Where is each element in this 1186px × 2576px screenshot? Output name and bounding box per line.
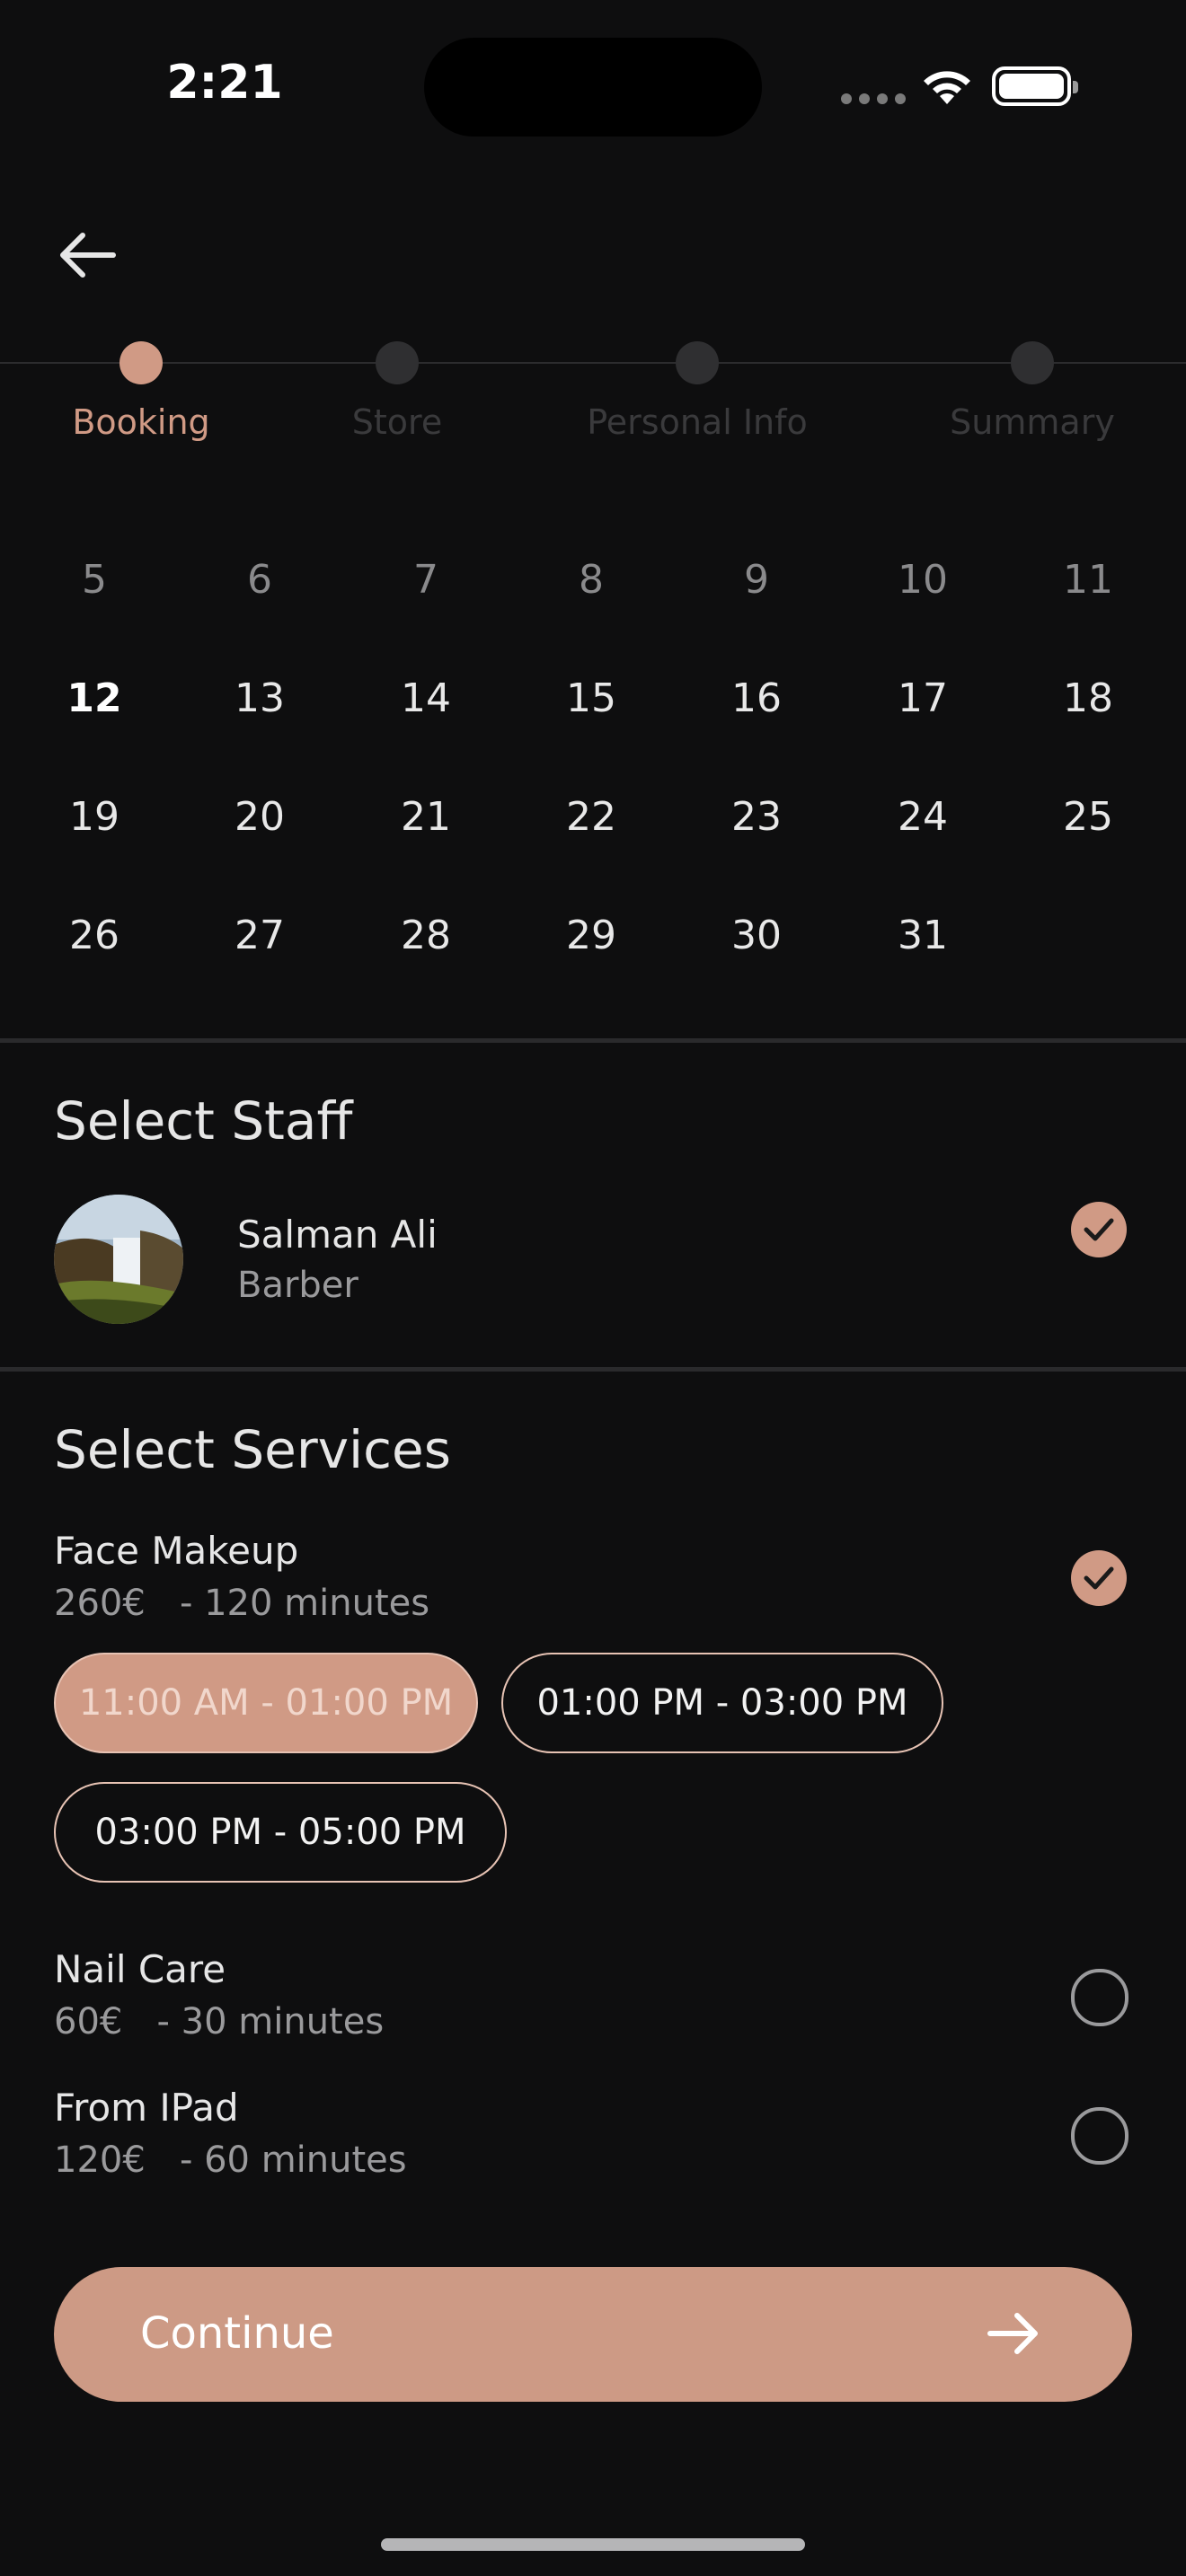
time-slot-pill[interactable]: 03:00 PM - 05:00 PM (54, 1782, 507, 1883)
step-dot (676, 341, 719, 384)
service-price: 260€ (54, 1583, 146, 1624)
status-time: 2:21 (166, 56, 283, 110)
step-booking[interactable]: Booking (6, 341, 276, 442)
staff-photo (54, 1195, 183, 1324)
staff-section-title: Select Staff (54, 1090, 353, 1151)
step-dot (119, 341, 163, 384)
step-dot (1011, 341, 1054, 384)
service-meta: 60€ - 30 minutes (54, 2001, 384, 2042)
calendar-day[interactable]: 16 (685, 675, 828, 721)
avatar[interactable] (54, 1195, 183, 1324)
staff-selected-check[interactable] (1071, 1202, 1127, 1257)
calendar-day[interactable]: 14 (354, 675, 498, 721)
calendar-day[interactable]: 13 (188, 675, 332, 721)
home-indicator (381, 2538, 805, 2551)
calendar-day[interactable]: 24 (851, 794, 995, 840)
service-price: 120€ (54, 2139, 146, 2181)
calendar-day[interactable]: 28 (354, 913, 498, 958)
time-slot-pill[interactable]: 11:00 AM - 01:00 PM (54, 1653, 478, 1753)
calendar-day[interactable]: 26 (22, 913, 166, 958)
wifi-icon (924, 71, 970, 104)
calendar-day[interactable]: 21 (354, 794, 498, 840)
service-price: 60€ (54, 2001, 123, 2042)
calendar-day[interactable]: 10 (851, 557, 995, 603)
step-label: Booking (72, 402, 210, 442)
calendar-day[interactable]: 17 (851, 675, 995, 721)
step-label: Store (351, 402, 443, 442)
calendar-day-today[interactable]: 12 (22, 675, 166, 721)
step-label: Personal Info (587, 402, 808, 442)
step-personal-info[interactable]: Personal Info (562, 341, 832, 442)
calendar-day[interactable]: 7 (354, 557, 498, 603)
calendar-day[interactable]: 30 (685, 913, 828, 958)
service-name: Nail Care (54, 1947, 226, 1991)
service-name: Face Makeup (54, 1529, 299, 1573)
calendar-day[interactable]: 15 (519, 675, 663, 721)
calendar-day[interactable]: 31 (851, 913, 995, 958)
check-icon (1084, 1218, 1114, 1241)
staff-role: Barber (237, 1265, 358, 1306)
calendar-day[interactable]: 23 (685, 794, 828, 840)
cellular-signal-icon (841, 93, 906, 104)
service-meta: 120€ - 60 minutes (54, 2139, 407, 2181)
back-button[interactable] (50, 223, 122, 287)
section-divider (0, 1367, 1186, 1372)
calendar-day[interactable]: 20 (188, 794, 332, 840)
calendar-day[interactable]: 6 (188, 557, 332, 603)
battery-icon (992, 66, 1078, 106)
service-meta: 260€ - 120 minutes (54, 1583, 429, 1624)
calendar-day[interactable]: 9 (685, 557, 828, 603)
service-duration: - 60 minutes (179, 2139, 407, 2181)
back-arrow-icon (60, 233, 116, 278)
calendar-day[interactable]: 27 (188, 913, 332, 958)
calendar-day[interactable]: 25 (1016, 794, 1160, 840)
calendar-day[interactable]: 19 (22, 794, 166, 840)
check-icon (1084, 1566, 1114, 1590)
service-radio[interactable] (1071, 2107, 1128, 2165)
time-slot-pill[interactable]: 01:00 PM - 03:00 PM (501, 1653, 943, 1753)
calendar-day[interactable]: 5 (22, 557, 166, 603)
continue-button[interactable]: Continue (54, 2267, 1132, 2402)
service-duration: - 30 minutes (156, 2001, 385, 2042)
step-summary[interactable]: Summary (898, 341, 1167, 442)
service-name: From IPad (54, 2086, 239, 2130)
step-store[interactable]: Store (262, 341, 532, 442)
arrow-right-icon (987, 2313, 1038, 2354)
service-radio[interactable] (1071, 1969, 1128, 2026)
section-divider (0, 1038, 1186, 1043)
step-dot (376, 341, 419, 384)
calendar-day[interactable]: 29 (519, 913, 663, 958)
service-selected-check[interactable] (1071, 1550, 1127, 1606)
continue-label: Continue (140, 2308, 334, 2359)
calendar-day[interactable]: 22 (519, 794, 663, 840)
calendar-day[interactable]: 8 (519, 557, 663, 603)
services-section-title: Select Services (54, 1419, 451, 1480)
dynamic-island (424, 38, 762, 137)
calendar-day[interactable]: 11 (1016, 557, 1160, 603)
service-duration: - 120 minutes (179, 1583, 430, 1624)
staff-name: Salman Ali (237, 1213, 438, 1257)
step-label: Summary (950, 402, 1115, 442)
calendar-day[interactable]: 18 (1016, 675, 1160, 721)
